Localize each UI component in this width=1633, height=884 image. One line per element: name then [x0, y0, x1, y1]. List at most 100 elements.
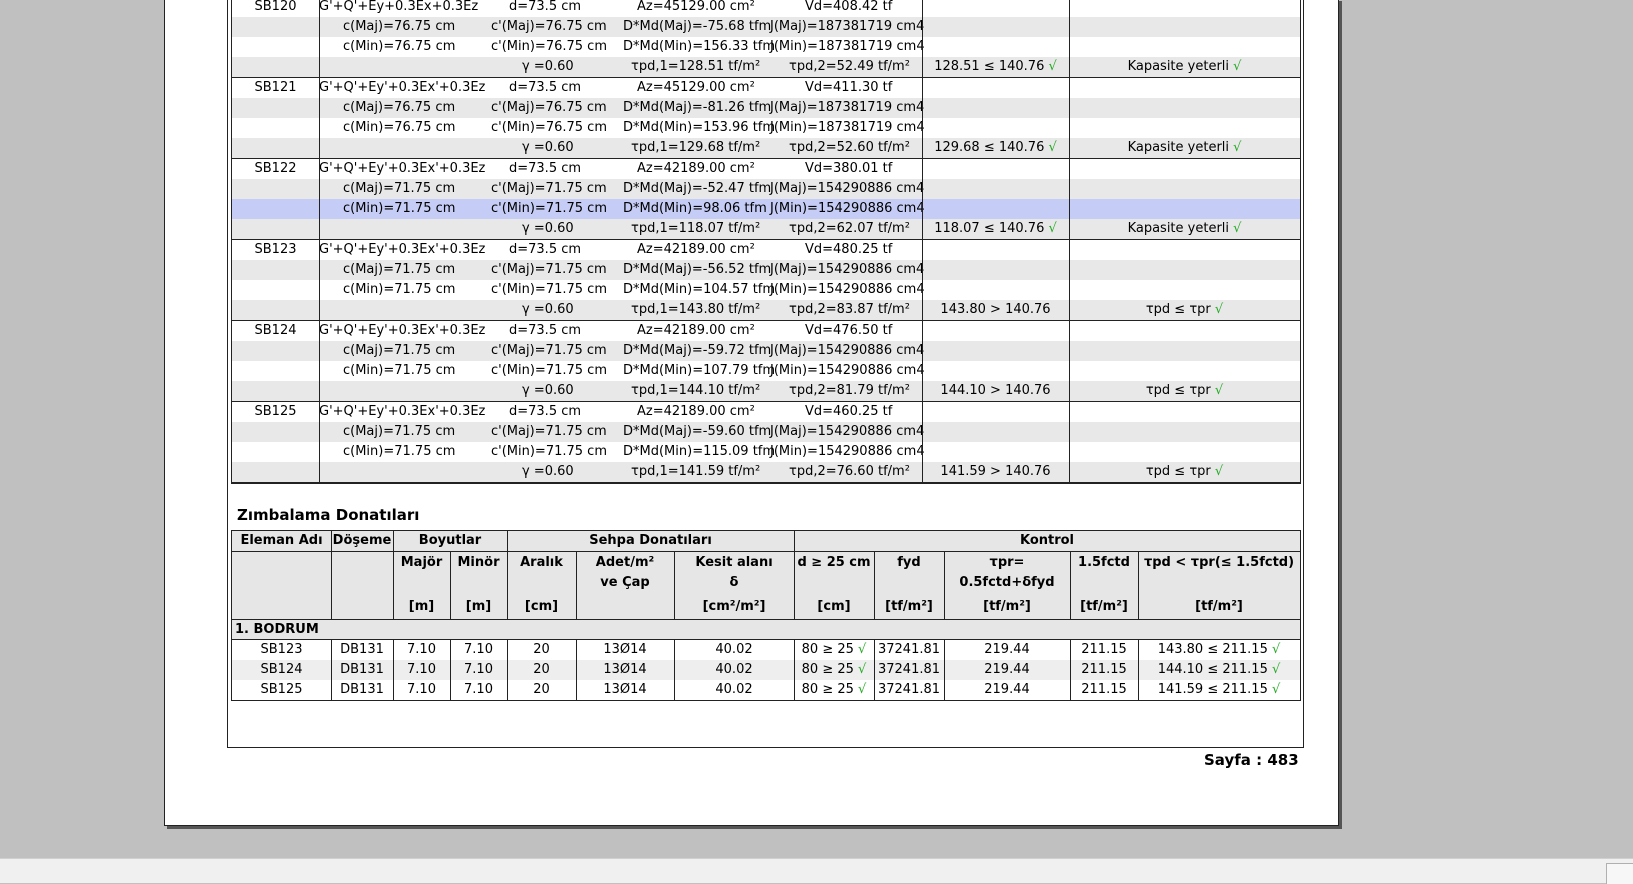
- cell-d: d=73.5 cm: [509, 323, 582, 338]
- cell-vd: Vd=380.01 tf: [805, 161, 893, 176]
- cell-minor: 7.10: [464, 662, 493, 677]
- cell-tpr: 219.44: [984, 682, 1030, 697]
- table-row: SB124 G'+Q'+Ey'+0.3Ex'+0.3Ez d=73.5 cm Az=4…: [232, 321, 1300, 341]
- cell-result: τpd ≤ τpr √: [1145, 464, 1224, 479]
- cell-cmaj: c(Maj)=71.75 cm: [343, 424, 456, 439]
- unit-major: [m]: [408, 599, 435, 614]
- header-kontrol: Kontrol: [1019, 533, 1075, 548]
- cell-result: τpd ≤ τpr √: [1145, 302, 1224, 317]
- column-line: [1069, 199, 1070, 219]
- cell-fyd: 37241.81: [877, 662, 941, 677]
- cell-cmaj: c(Maj)=76.75 cm: [343, 100, 456, 115]
- cell-mdmin: D*Md(Min)=156.33 tfm: [623, 39, 776, 54]
- cell-adet: 13Ø14: [603, 642, 647, 657]
- column-line: [1069, 300, 1070, 320]
- cell-jmaj: J(Maj)=187381719 cm4: [770, 100, 925, 115]
- column-line: [1069, 57, 1070, 77]
- cell-cmin: c(Min)=71.75 cm: [343, 363, 456, 378]
- cell-cmin: c(Min)=71.75 cm: [343, 201, 456, 216]
- column-line: [922, 138, 923, 158]
- check-icon: √: [1210, 464, 1224, 479]
- cell-vd: Vd=480.25 tf: [805, 242, 893, 257]
- cell-tpd2: τpd,2=83.87 tf/m²: [789, 302, 910, 317]
- cell-id: SB123: [254, 242, 297, 257]
- cell-ratio: 143.80 > 140.76: [940, 302, 1051, 317]
- column-line: [922, 57, 923, 77]
- cell-cpmin: c'(Min)=76.75 cm: [491, 120, 607, 135]
- column-line: [1069, 17, 1070, 37]
- shear-group-sb122: SB122 G'+Q'+Ey'+0.3Ex'+0.3Ez d=73.5 cm Az=4…: [232, 159, 1300, 240]
- cell-gamma: γ =0.60: [522, 140, 574, 155]
- header-kesit-line2: δ: [729, 575, 739, 590]
- cell-d25: 80 ≥ 25 √: [801, 642, 867, 657]
- header-boyutlar: Boyutlar: [418, 533, 482, 548]
- cell-az: Az=42189.00 cm²: [637, 404, 755, 419]
- column-line: [1069, 179, 1070, 199]
- unit-tpr: [tf/m²]: [983, 599, 1031, 614]
- column-line: [319, 78, 320, 98]
- cell-aralik: 20: [533, 662, 550, 677]
- column-line: [319, 0, 320, 17]
- cell-result: τpd ≤ τpr √: [1145, 383, 1224, 398]
- table-row: c(Min)=76.75 cm c'(Min)=76.75 cm D*Md(Min)…: [232, 37, 1300, 57]
- cell-d: d=73.5 cm: [509, 242, 582, 257]
- table-row: SB123 G'+Q'+Ey'+0.3Ex'+0.3Ez d=73.5 cm Az=4…: [232, 240, 1300, 260]
- column-line: [922, 240, 923, 260]
- header-tpr: τpr=: [989, 555, 1025, 570]
- cell-combo: G'+Q'+Ey+0.3Ex+0.3Ez: [319, 0, 479, 14]
- column-line: [922, 37, 923, 57]
- column-line: [1069, 381, 1070, 401]
- column-line: [1069, 442, 1070, 462]
- column-line: [1069, 402, 1070, 422]
- cell-ratio: 144.10 > 140.76: [940, 383, 1051, 398]
- column-line: [1069, 37, 1070, 57]
- header-fyd: fyd: [897, 555, 921, 570]
- table-row: c(Min)=71.75 cm c'(Min)=71.75 cm D*Md(Min)…: [232, 361, 1300, 381]
- cell-tpd2: τpd,2=62.07 tf/m²: [789, 221, 910, 236]
- unit-fyd: [tf/m²]: [885, 599, 933, 614]
- unit-minor: [m]: [465, 599, 492, 614]
- check-icon: √: [1267, 682, 1281, 697]
- column-line: [319, 37, 320, 57]
- check-icon: √: [1210, 302, 1224, 317]
- cell-cmaj: c(Maj)=71.75 cm: [343, 181, 456, 196]
- column-line: [1069, 462, 1070, 482]
- table-row: SB125 G'+Q'+Ey'+0.3Ex'+0.3Ez d=73.5 cm Az=4…: [232, 402, 1300, 422]
- column-line: [922, 321, 923, 341]
- column-line: [922, 462, 923, 482]
- group-row-bg: [232, 620, 1300, 639]
- shear-group-sb123: SB123 G'+Q'+Ey'+0.3Ex'+0.3Ez d=73.5 cm Az=4…: [232, 240, 1300, 321]
- cell-ratio: 129.68 ≤ 140.76 √: [934, 140, 1057, 155]
- cell-cpmaj: c'(Maj)=71.75 cm: [491, 424, 607, 439]
- cell-gamma: γ =0.60: [522, 464, 574, 479]
- cell-ratio: 141.59 > 140.76: [940, 464, 1051, 479]
- cell-combo: G'+Q'+Ey'+0.3Ex'+0.3Ez: [319, 80, 486, 95]
- cell-jmin: J(Min)=154290886 cm4: [770, 282, 925, 297]
- cell-adet: 13Ø14: [603, 662, 647, 677]
- header-sehpa: Sehpa Donatıları: [589, 533, 712, 548]
- cell-tcheck: 141.59 ≤ 211.15 √: [1157, 682, 1281, 697]
- check-icon: √: [1044, 140, 1057, 155]
- resize-grip-icon[interactable]: [1606, 863, 1633, 884]
- cell-cpmin: c'(Min)=71.75 cm: [491, 363, 607, 378]
- column-line: [922, 0, 923, 17]
- column-line: [319, 341, 320, 361]
- column-line: [1069, 240, 1070, 260]
- cell-tpd1: τpd,1=143.80 tf/m²: [631, 302, 761, 317]
- column-line: [319, 179, 320, 199]
- table-row: γ =0.60 τpd,1=128.51 tf/m² τpd,2=52.49 tf/…: [232, 57, 1300, 77]
- cell-id: SB120: [254, 0, 297, 14]
- column-line: [1069, 0, 1070, 17]
- column-line: [922, 300, 923, 320]
- cell-gamma: γ =0.60: [522, 221, 574, 236]
- cell-vd: Vd=411.30 tf: [805, 80, 893, 95]
- cell-d: d=73.5 cm: [509, 161, 582, 176]
- column-line: [922, 402, 923, 422]
- column-line: [1069, 341, 1070, 361]
- cell-cmaj: c(Maj)=76.75 cm: [343, 19, 456, 34]
- header-tpr-line2: 0.5fctd+δfyd: [959, 575, 1055, 590]
- table-row: c(Maj)=71.75 cm c'(Maj)=71.75 cm D*Md(Maj)…: [232, 179, 1300, 199]
- column-line: [319, 402, 320, 422]
- cell-mdmin: D*Md(Min)=98.06 tfm: [623, 201, 767, 216]
- table-row: c(Maj)=76.75 cm c'(Maj)=76.75 cm D*Md(Maj)…: [232, 17, 1300, 37]
